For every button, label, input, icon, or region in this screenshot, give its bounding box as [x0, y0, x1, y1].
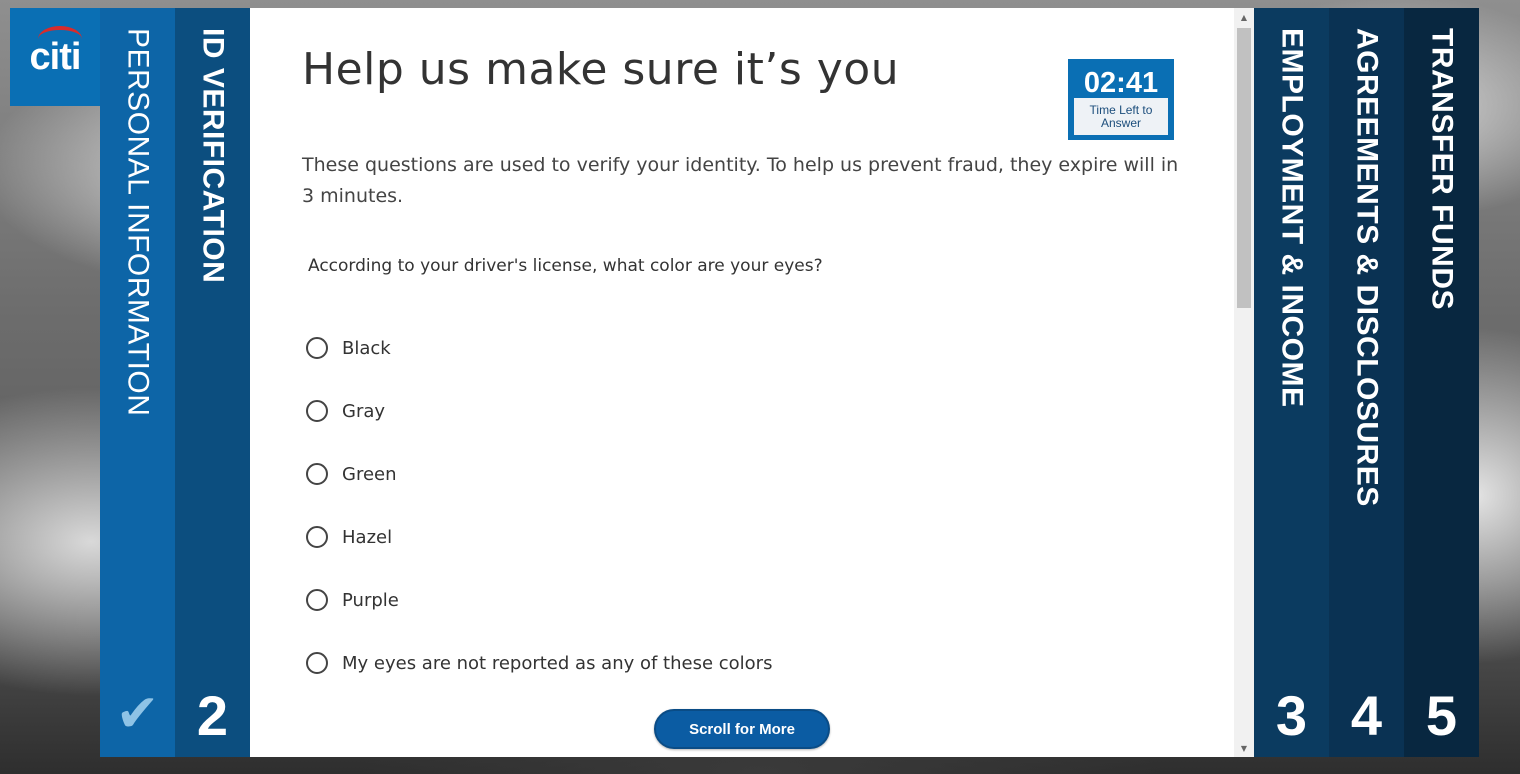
radio-button[interactable] [306, 337, 328, 359]
step-employment-income: EMPLOYMENT & INCOME 3 [1254, 8, 1329, 757]
answer-option-black[interactable]: Black [306, 334, 772, 362]
step-label: EMPLOYMENT & INCOME [1275, 28, 1309, 408]
step-number: 3 [1275, 684, 1308, 747]
citi-logo[interactable]: citi [10, 8, 100, 106]
scroll-down-arrow-icon[interactable]: ▼ [1234, 739, 1254, 757]
step-id-verification: ID VERIFICATION 2 [175, 8, 250, 757]
radio-button[interactable] [306, 400, 328, 422]
step-number: 5 [1425, 684, 1458, 747]
answer-option-none[interactable]: My eyes are not reported as any of these… [306, 649, 772, 677]
option-label: Gray [342, 400, 386, 422]
option-label: Hazel [342, 526, 393, 548]
page-title: Help us make sure it’s you [302, 44, 900, 95]
step-label: ID VERIFICATION [196, 28, 230, 284]
vertical-scrollbar[interactable]: ▲ ▼ [1234, 8, 1254, 757]
answer-option-green[interactable]: Green [306, 460, 772, 488]
scroll-for-more-button[interactable]: Scroll for More [654, 709, 830, 749]
answer-option-gray[interactable]: Gray [306, 397, 772, 425]
radio-button[interactable] [306, 589, 328, 611]
scrollbar-thumb[interactable] [1237, 28, 1251, 308]
option-label: Green [342, 463, 397, 485]
scroll-up-arrow-icon[interactable]: ▲ [1234, 8, 1254, 26]
check-icon: ✔ [115, 684, 160, 744]
step-personal-information[interactable]: PERSONAL INFORMATION ✔ [100, 8, 175, 757]
timer-value: 02:41 [1083, 67, 1159, 99]
countdown-timer: 02:41 Time Left to Answer [1068, 59, 1174, 140]
radio-button[interactable] [306, 652, 328, 674]
radio-button[interactable] [306, 463, 328, 485]
answer-option-purple[interactable]: Purple [306, 586, 772, 614]
option-label: My eyes are not reported as any of these… [342, 652, 773, 674]
intro-text: These questions are used to verify your … [302, 154, 1179, 207]
main-panel: Help us make sure it’s you 02:41 Time Le… [250, 8, 1254, 757]
option-label: Black [342, 337, 391, 359]
answer-option-hazel[interactable]: Hazel [306, 523, 772, 551]
step-number: 4 [1350, 684, 1383, 747]
step-label: TRANSFER FUNDS [1425, 28, 1459, 310]
question-text: According to your driver's license, what… [308, 256, 823, 276]
timer-caption: Time Left to Answer [1074, 98, 1168, 135]
step-number: 2 [196, 684, 229, 747]
step-transfer-funds: TRANSFER FUNDS 5 [1404, 8, 1479, 757]
logo-arc-icon [37, 25, 82, 52]
step-label: AGREEMENTS & DISCLOSURES [1350, 28, 1384, 507]
answer-options: Black Gray Green Hazel Purple My eyes ar… [306, 334, 772, 712]
step-label: PERSONAL INFORMATION [121, 28, 155, 417]
option-label: Purple [342, 589, 399, 611]
radio-button[interactable] [306, 526, 328, 548]
step-agreements-disclosures: AGREEMENTS & DISCLOSURES 4 [1329, 8, 1404, 757]
